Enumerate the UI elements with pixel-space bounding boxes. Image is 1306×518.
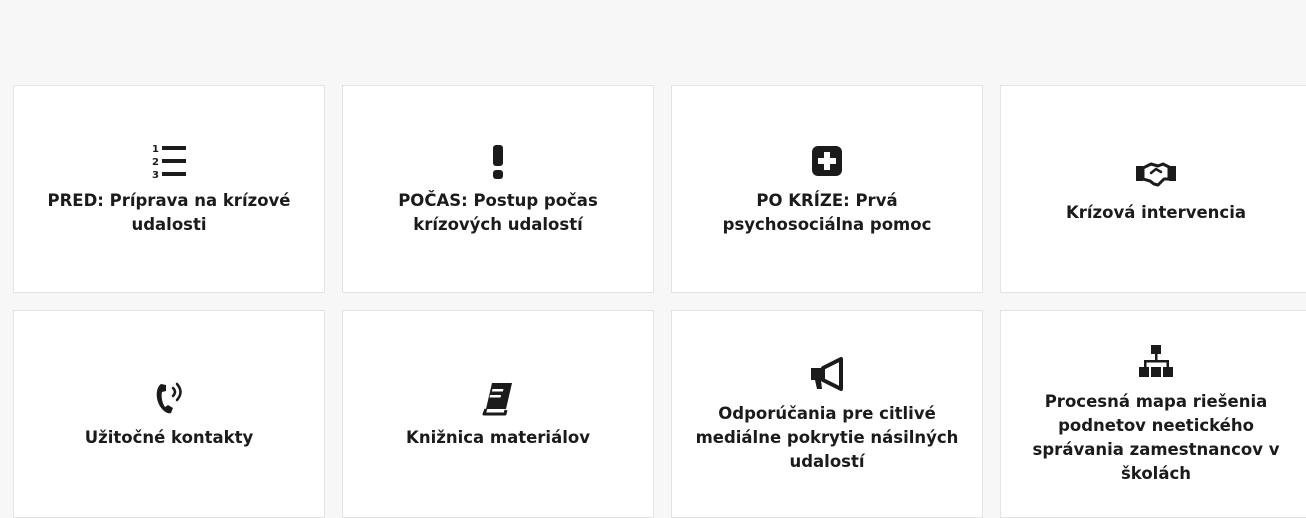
list-number-3: 3 [152,170,159,181]
list-number-2: 2 [152,157,159,168]
tile-pocas[interactable]: POČAS: Postup počas krízových udalostí [342,85,654,293]
tile-kniznica-materialov[interactable]: Knižnica materiálov [342,310,654,518]
exclamation-icon [478,141,518,181]
tile-odporucania-media[interactable]: Odporúčania pre citlivé mediálne pokryti… [671,310,983,518]
tile-pred[interactable]: 1 2 3 PRED: Príprava na krízové udalosti [13,85,325,293]
tile-label: PO KRÍZE: Prvá psychosociálna pomoc [722,191,932,234]
handshake-icon [1134,153,1178,193]
tile-uzitocne-kontakty[interactable]: Užitočné kontakty [13,310,325,518]
tile-grid: 1 2 3 PRED: Príprava na krízové udalosti… [13,85,1306,518]
tile-label: POČAS: Postup počas krízových udalostí [398,191,598,234]
tile-label: Knižnica materiálov [406,428,590,447]
phone-volume-icon [149,378,189,418]
megaphone-icon [807,354,847,394]
tile-label: Odporúčania pre citlivé mediálne pokryti… [695,404,959,471]
book-icon [478,378,518,418]
list-number-1: 1 [152,144,159,155]
plus-square-icon [807,141,847,181]
sitemap-icon [1136,342,1176,382]
tile-label: Užitočné kontakty [84,428,254,447]
tile-krizova-intervencia[interactable]: Krízová intervencia [1000,85,1306,293]
tile-po-krize[interactable]: PO KRÍZE: Prvá psychosociálna pomoc [671,85,983,293]
tile-label: Krízová intervencia [1065,203,1247,222]
tile-label: Procesná mapa riešenia podnetov neetické… [1032,392,1280,483]
tile-procesna-mapa[interactable]: Procesná mapa riešenia podnetov neetické… [1000,310,1306,518]
numbered-list-icon: 1 2 3 [149,141,189,181]
tile-label: PRED: Príprava na krízové udalosti [47,191,291,234]
